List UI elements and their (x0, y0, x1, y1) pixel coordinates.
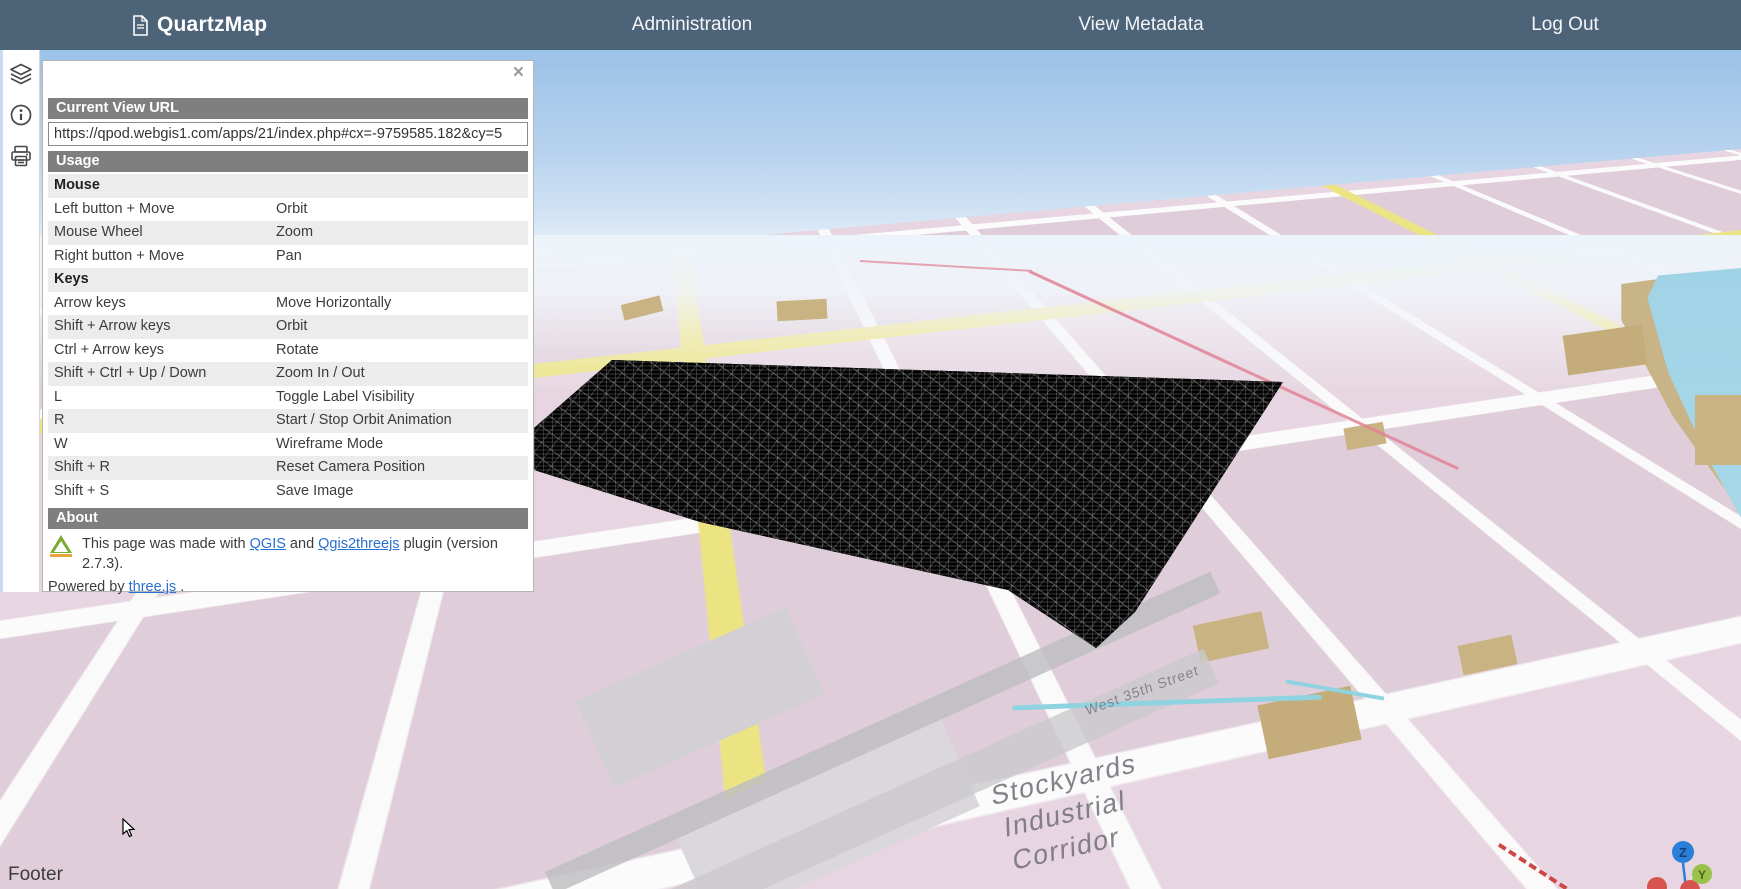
brand[interactable]: QuartzMap (132, 0, 267, 50)
nav-link-log-out[interactable]: Log Out (1531, 14, 1599, 36)
axis-x-ball (1647, 877, 1667, 889)
left-toolbar (0, 50, 40, 592)
usage-value: Save Image (276, 483, 522, 501)
qgis2threejs-link[interactable]: Qgis2threejs (318, 536, 399, 552)
about-text-prefix: This page was made with (82, 536, 250, 552)
info-icon (8, 102, 34, 128)
top-navbar: QuartzMap Administration View Metadata L… (0, 0, 1741, 50)
usage-key: Arrow keys (54, 295, 276, 313)
powered-prefix: Powered by (48, 579, 129, 595)
footer-text: Footer (8, 864, 63, 886)
usage-row: Arrow keysMove Horizontally (48, 292, 528, 316)
current-view-url-input[interactable] (48, 122, 528, 146)
threejs-link[interactable]: three.js (129, 579, 177, 595)
qgis2threejs-logo-icon (50, 535, 74, 559)
usage-group-row: Mouse (48, 174, 528, 198)
usage-key: Mouse Wheel (54, 224, 276, 242)
usage-row: LToggle Label Visibility (48, 386, 528, 410)
usage-key: Shift + Ctrl + Up / Down (54, 365, 276, 383)
usage-row: Right button + MovePan (48, 245, 528, 269)
usage-key: Shift + Arrow keys (54, 318, 276, 336)
document-icon (132, 15, 149, 36)
usage-key: Mouse (54, 177, 276, 195)
map-building-patch (1695, 395, 1741, 465)
usage-value: Reset Camera Position (276, 459, 522, 477)
usage-key: R (54, 412, 276, 430)
usage-table-body: MouseLeft button + MoveOrbitMouse WheelZ… (48, 174, 528, 503)
usage-row: Shift + Ctrl + Up / DownZoom In / Out (48, 362, 528, 386)
usage-row: Shift + RReset Camera Position (48, 456, 528, 480)
usage-row: WWireframe Mode (48, 433, 528, 457)
about-text: This page was made with QGIS and Qgis2th… (82, 535, 528, 574)
layers-button[interactable] (4, 57, 38, 91)
usage-value: Move Horizontally (276, 295, 522, 313)
layers-icon (8, 61, 34, 87)
nav-link-view-metadata[interactable]: View Metadata (1078, 14, 1203, 36)
usage-value: Rotate (276, 342, 522, 360)
usage-row: Left button + MoveOrbit (48, 198, 528, 222)
powered-by-line: Powered by three.js . (48, 578, 528, 597)
about-body: This page was made with QGIS and Qgis2th… (48, 535, 528, 574)
usage-value: Zoom In / Out (276, 365, 522, 383)
brand-title: QuartzMap (157, 13, 267, 37)
usage-key: Shift + S (54, 483, 276, 501)
map-building-patch (777, 299, 828, 322)
usage-value: Orbit (276, 318, 522, 336)
qgis-link[interactable]: QGIS (250, 536, 286, 552)
nav-link-administration[interactable]: Administration (632, 14, 752, 36)
usage-key: Ctrl + Arrow keys (54, 342, 276, 360)
print-button[interactable] (4, 139, 38, 173)
usage-key: Shift + R (54, 459, 276, 477)
usage-row: Mouse WheelZoom (48, 221, 528, 245)
usage-key: L (54, 389, 276, 407)
usage-key: Keys (54, 271, 276, 289)
usage-row: Shift + SSave Image (48, 480, 528, 504)
usage-value: Start / Stop Orbit Animation (276, 412, 522, 430)
usage-value (276, 177, 522, 195)
mouse-cursor (122, 818, 138, 840)
usage-group-row: Keys (48, 268, 528, 292)
section-header-current-view-url: Current View URL (48, 98, 528, 119)
axis-gizmo[interactable]: Z Y (1641, 831, 1741, 889)
about-text-mid: and (286, 536, 318, 552)
usage-value: Pan (276, 248, 522, 266)
axis-z-label: Z (1679, 845, 1687, 860)
info-button[interactable] (4, 98, 38, 132)
powered-suffix: . (176, 579, 184, 595)
usage-row: Ctrl + Arrow keysRotate (48, 339, 528, 363)
usage-value: Orbit (276, 201, 522, 219)
axis-y-label: Y (1698, 868, 1706, 882)
usage-value: Zoom (276, 224, 522, 242)
usage-key: Left button + Move (54, 201, 276, 219)
usage-value: Wireframe Mode (276, 436, 522, 454)
close-icon[interactable]: × (513, 63, 524, 82)
usage-value: Toggle Label Visibility (276, 389, 522, 407)
usage-key: W (54, 436, 276, 454)
help-panel: × Current View URL Usage Mouse Left butto… (42, 60, 534, 592)
section-header-about: About (48, 508, 528, 529)
usage-row: Shift + Arrow keysOrbit (48, 315, 528, 339)
usage-row: RStart / Stop Orbit Animation (48, 409, 528, 433)
section-header-usage: Usage (48, 151, 528, 172)
print-icon (8, 143, 34, 169)
usage-value (276, 271, 522, 289)
usage-key: Right button + Move (54, 248, 276, 266)
